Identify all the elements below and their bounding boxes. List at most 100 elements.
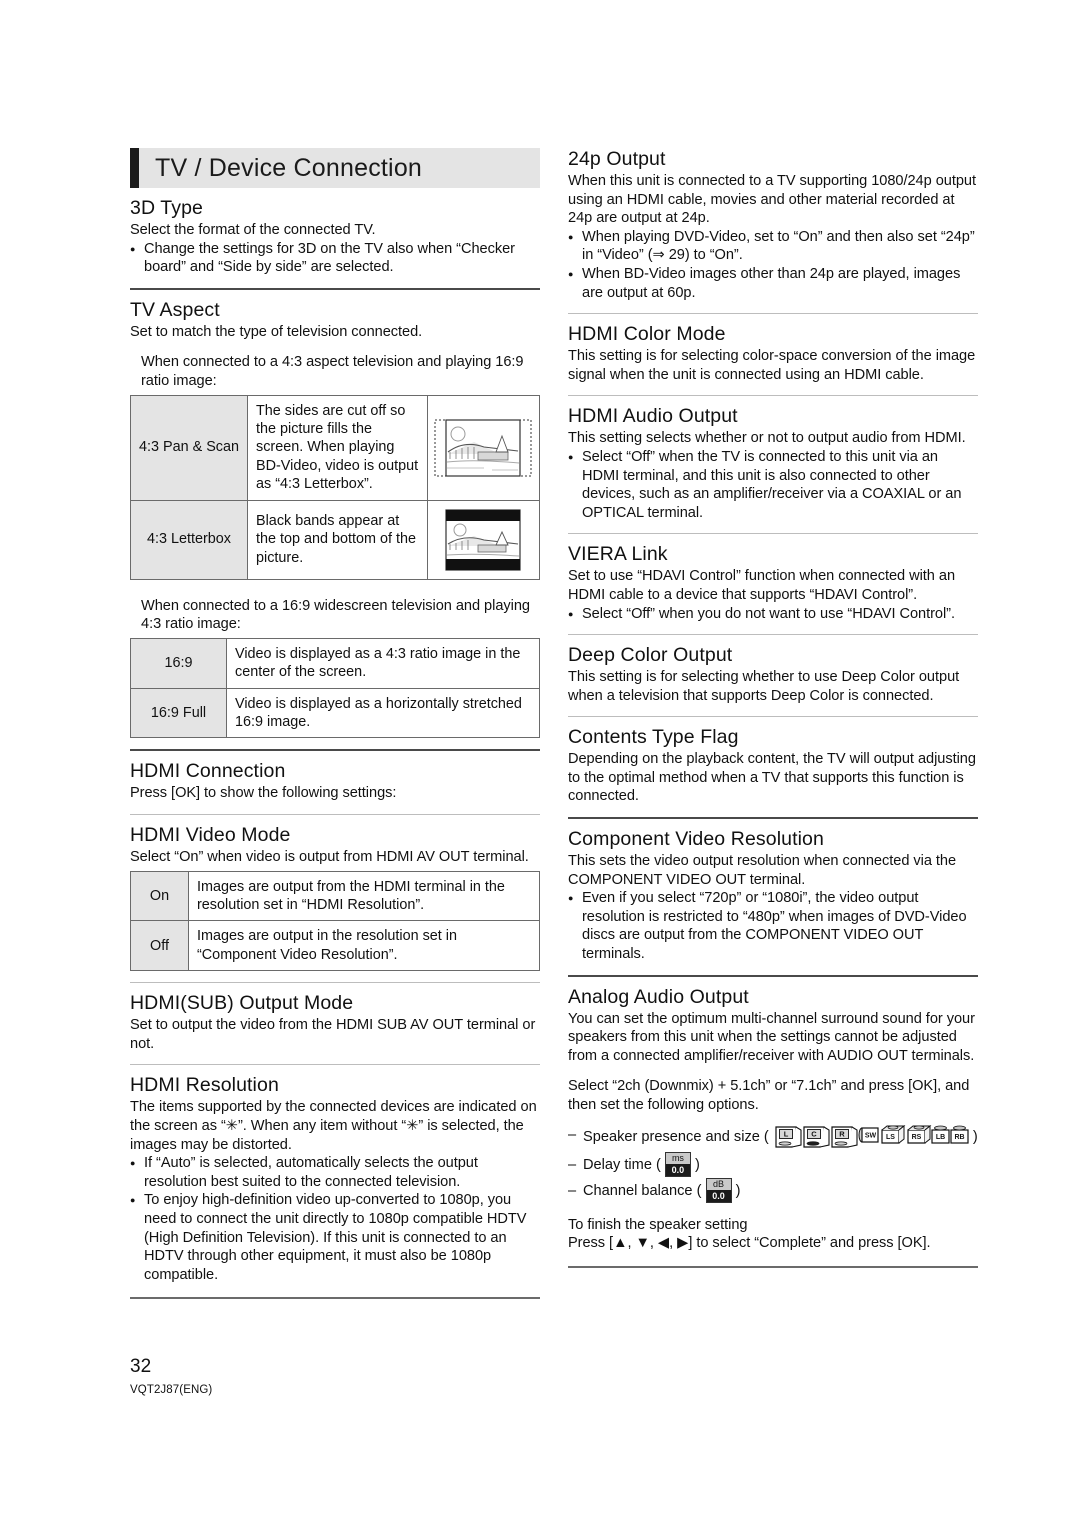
asterisk-icon: ✳ — [225, 1118, 238, 1134]
page-ref-arrow-icon: ⇒ — [652, 247, 665, 264]
speaker-icon-L: L — [775, 1125, 802, 1148]
section-heading-contents-type-flag: Contents Type Flag — [568, 726, 739, 749]
section-body-24p-output: When this unit is connected to a TV supp… — [568, 173, 976, 227]
table-row: Off Images are output in the resolution … — [130, 920, 540, 972]
table-cell-label: 16:9 — [130, 637, 227, 689]
table-row: On Images are output from the HDMI termi… — [130, 870, 540, 922]
speaker-icon-LS: LS — [881, 1124, 906, 1144]
chapter-banner: TV / Device Connection — [130, 148, 540, 188]
paren-open: ( — [696, 1182, 702, 1199]
table-intro-16x9: When connected to a 16:9 widescreen tele… — [141, 597, 530, 633]
analog-option-list: Speaker presence and size ( L — [568, 1122, 978, 1204]
list-item: To enjoy high-definition video up-conver… — [130, 1190, 540, 1284]
option-label: Delay time — [583, 1156, 652, 1173]
table-cell-description: The sides are cut off so the picture fil… — [247, 394, 428, 501]
section-body-hdmi-video-mode: Select “On” when video is output from HD… — [130, 849, 529, 865]
paren-close: ) — [695, 1156, 700, 1173]
left-column: TV / Device Connection 3D Type Select th… — [129, 148, 540, 1300]
document-code: VQT2J87(ENG) — [130, 1384, 213, 1396]
page-title: TV / Device Connection — [155, 153, 423, 182]
bullet-text-part1: When playing DVD-Video, set to “On” and … — [582, 228, 975, 264]
speaker-set-icons: L C R SW LS RS LB RB — [773, 1122, 969, 1152]
table-cell-label: Off — [130, 920, 189, 972]
speaker-icon-C: C — [803, 1125, 830, 1148]
section-body-analog-audio-output: You can set the optimum multi-channel su… — [568, 1010, 975, 1064]
hdmi-resolution-text-part2: ”. When any item without “ — [237, 1118, 407, 1134]
section-heading-deep-color-output: Deep Color Output — [568, 644, 733, 667]
table-cell-description: Video is displayed as a 4:3 ratio image … — [226, 637, 540, 689]
paren-close: ) — [972, 1128, 978, 1145]
bullet-list-component-video-resolution: Even if you select “720p” or “1080i”, th… — [568, 888, 978, 963]
section-body-deep-color-output: This setting is for selecting whether to… — [568, 669, 960, 704]
subsection-divider — [130, 1064, 540, 1066]
svg-text:L: L — [784, 1129, 789, 1138]
svg-text:C: C — [811, 1129, 817, 1138]
section-body-tv-aspect: Set to match the type of television conn… — [130, 323, 423, 340]
svg-text:RB: RB — [954, 1134, 964, 1141]
section-heading-hdmi-connection: HDMI Connection — [130, 760, 286, 783]
table-cell-label: 4:3 Pan & Scan — [129, 394, 249, 501]
section-body-viera-link: Set to use “HDAVI Control” function when… — [568, 568, 956, 603]
section-divider — [130, 287, 540, 290]
table-row: 4:3 Letterbox Black bands appear at the … — [129, 499, 540, 580]
finish-text-part2: ] to select “Complete” and press [OK]. — [688, 1235, 931, 1252]
table-row: 16:9 Full Video is displayed as a horizo… — [130, 687, 540, 739]
finish-text-part1: Press [ — [568, 1235, 614, 1252]
svg-text:LB: LB — [936, 1134, 945, 1141]
speaker-icons-svg: L C R SW LS RS LB RB — [775, 1124, 969, 1148]
svg-text:RS: RS — [911, 1134, 921, 1141]
channel-balance-icon: dB 0.0 — [705, 1177, 732, 1204]
subsection-divider — [568, 533, 978, 535]
bullet-list-hdmi-resolution: If “Auto” is selected, automatically sel… — [130, 1153, 540, 1284]
section-body-hdmi-sub-output-mode: Set to output the video from the HDMI SU… — [130, 1017, 536, 1052]
speaker-icon-LB: LB — [931, 1125, 950, 1144]
option-delay-time: Delay time ( ms 0.0 ) — [568, 1152, 978, 1178]
table-cell-label: On — [130, 870, 189, 922]
manual-page: TV / Device Connection 3D Type Select th… — [0, 0, 1080, 1528]
table-tv-aspect-16x9: 16:9 Video is displayed as a 4:3 ratio i… — [130, 637, 540, 739]
option-channel-balance: Channel balance ( dB 0.0 ) — [568, 1178, 978, 1204]
option-speaker-presence-and-size: Speaker presence and size ( L — [568, 1122, 978, 1152]
table-cell-label: 4:3 Letterbox — [129, 499, 249, 580]
list-item: Even if you select “720p” or “1080i”, th… — [568, 888, 978, 963]
key-right-icon: ▶ — [677, 1235, 689, 1252]
table-row: 4:3 Pan & Scan The sides are cut off so … — [129, 394, 540, 501]
bullet-list-24p-output: When playing DVD-Video, set to “On” and … — [568, 227, 978, 302]
section-body-component-video-resolution: This sets the video output resolution wh… — [568, 853, 957, 888]
section-heading-analog-audio-output: Analog Audio Output — [568, 985, 749, 1008]
right-column: 24p Output When this unit is connected t… — [568, 148, 978, 1268]
table-cell-description: Video is displayed as a horizontally str… — [226, 687, 540, 739]
section-body-3d-type: Select the format of the connected TV. — [130, 222, 376, 238]
table-cell-description: Black bands appear at the top and bottom… — [247, 499, 428, 580]
section-body-hdmi-resolution: The items supported by the connected dev… — [130, 1098, 540, 1154]
table-tv-aspect-4x3: 4:3 Pan & Scan The sides are cut off so … — [129, 394, 540, 580]
svg-text:LS: LS — [886, 1134, 895, 1141]
section-heading-component-video-resolution: Component Video Resolution — [568, 828, 824, 851]
option-label: Speaker presence and size — [583, 1128, 760, 1145]
section-heading-hdmi-video-mode: HDMI Video Mode — [130, 824, 291, 846]
table-cell-description: Images are output from the HDMI terminal… — [188, 870, 540, 922]
speaker-icon-RS: RS — [907, 1124, 932, 1144]
section-body-hdmi-connection: Press [OK] to show the following setting… — [130, 785, 397, 802]
paren-close: ) — [735, 1182, 741, 1199]
subsection-divider — [568, 395, 978, 397]
subsection-divider — [568, 716, 978, 718]
list-item: When BD-Video images other than 24p are … — [568, 264, 978, 302]
chapter-accent-bar — [130, 148, 139, 188]
channel-balance-value: 0.0 — [706, 1190, 731, 1203]
svg-text:R: R — [839, 1129, 845, 1138]
section-heading-3d-type: 3D Type — [130, 197, 203, 219]
delay-time-value: 0.0 — [665, 1164, 690, 1177]
page-number: 32 — [130, 1356, 152, 1377]
speaker-icon-R: R — [831, 1125, 858, 1148]
section-heading-hdmi-sub-output-mode: HDMI(SUB) Output Mode — [130, 992, 354, 1015]
asterisk-icon: ✳ — [406, 1118, 419, 1134]
subsection-divider — [130, 814, 540, 815]
table-row: 16:9 Video is displayed as a 4:3 ratio i… — [130, 637, 540, 689]
table-cell-description: Images are output in the resolution set … — [188, 920, 540, 972]
delay-time-icon: ms 0.0 — [664, 1151, 691, 1178]
subsection-divider — [130, 982, 540, 984]
bullet-list-hdmi-audio-output: Select “Off” when the TV is connected to… — [568, 447, 978, 522]
list-item: When playing DVD-Video, set to “On” and … — [568, 227, 978, 265]
key-up-icon: ▲ — [613, 1235, 628, 1252]
